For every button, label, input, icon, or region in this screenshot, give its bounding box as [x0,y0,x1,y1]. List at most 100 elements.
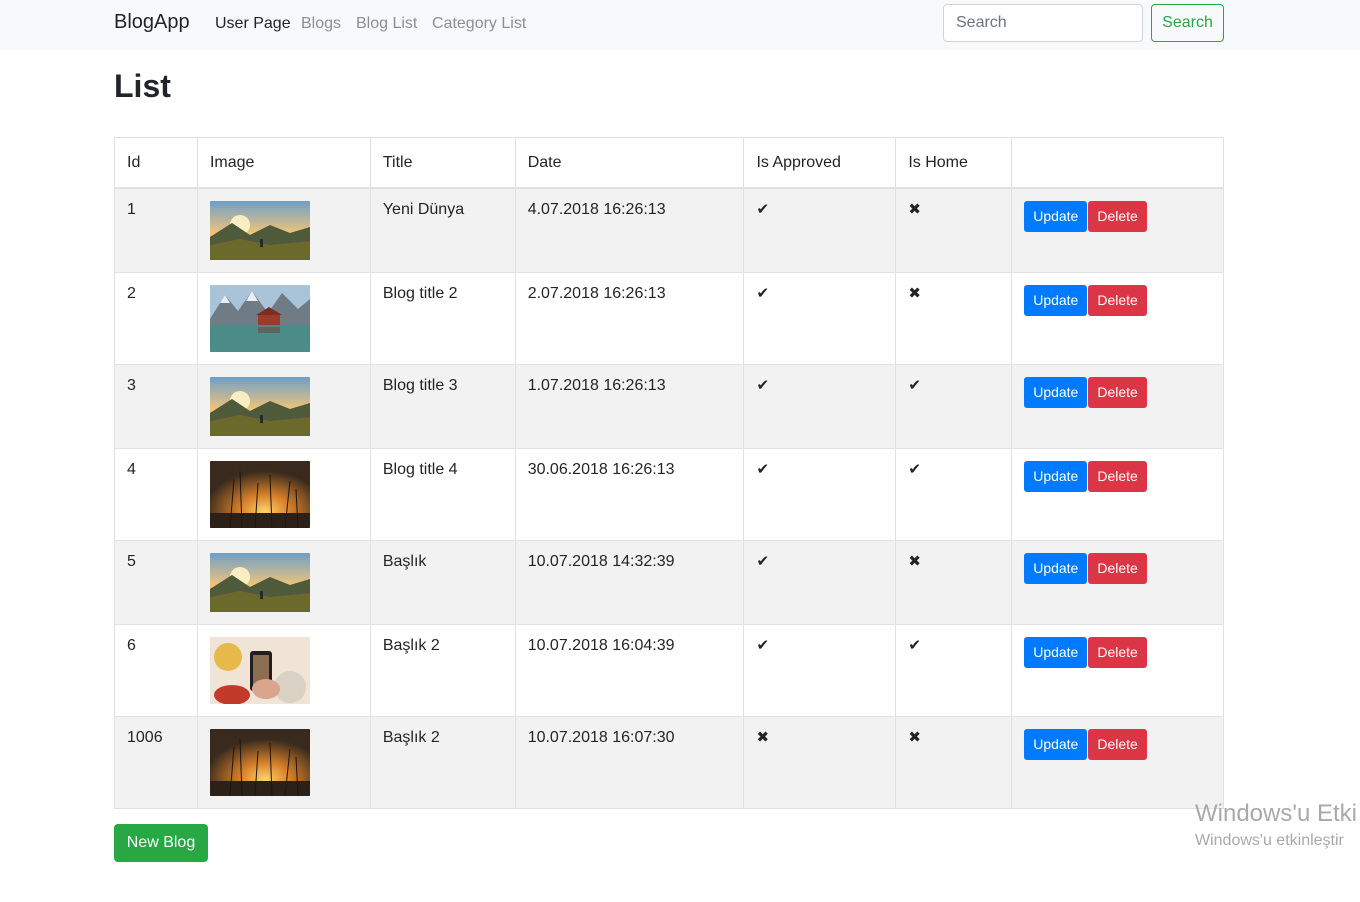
update-button[interactable]: Update [1024,728,1088,760]
cell-title: Başlık 2 [369,623,516,717]
home-cross-icon: ✖ [908,728,921,746]
delete-button[interactable]: Delete [1088,460,1147,492]
delete-button[interactable]: Delete [1088,728,1147,760]
delete-button[interactable]: Delete [1088,376,1147,408]
approved-check-icon: ✔ [756,376,770,394]
cell-title: Blog title 2 [369,271,516,365]
approved-check-icon: ✔ [756,552,770,570]
table-row: 4 Blog title 4 30.06.2018 16:26:13 ✔ ✔ U… [114,447,1224,541]
cell-actions: Update Delete [1011,539,1224,625]
cell-approved: ✔ [743,447,897,541]
blog-thumbnail-lake-boathouse [209,284,310,352]
cell-id: 3 [114,363,198,449]
cell-home: ✔ [895,363,1013,449]
search-button[interactable]: Search [1151,4,1224,42]
cell-date: 30.06.2018 16:26:13 [514,447,745,541]
cell-date: 1.07.2018 16:26:13 [514,363,745,449]
home-check-icon: ✔ [908,636,921,654]
cell-id: 2 [114,271,198,365]
home-cross-icon: ✖ [908,200,921,218]
home-cross-icon: ✖ [908,552,921,570]
cell-approved: ✖ [743,715,897,809]
home-check-icon: ✔ [908,460,921,478]
update-button[interactable]: Update [1024,552,1088,584]
table-header-row: Id Image Title Date Is Approved Is Home [114,137,1224,189]
cell-image [196,363,371,449]
new-blog-button[interactable]: New Blog [114,824,208,862]
table-row: 3 Blog title 3 1.07.2018 16:26:13 ✔ ✔ Up… [114,363,1224,449]
nav-blog-list[interactable]: Blog List [356,15,417,33]
approved-check-icon: ✔ [756,284,770,302]
blog-thumbnail-mountain-sunset [209,376,310,436]
cell-date: 2.07.2018 16:26:13 [514,271,745,365]
approved-check-icon: ✔ [756,200,770,218]
watermark-title: Windows'u Etki [1195,800,1357,827]
table-row: 1 Yeni Dünya 4.07.2018 16:26:13 ✔ ✖ Upda… [114,187,1224,273]
delete-button[interactable]: Delete [1088,636,1147,668]
windows-activation-watermark: Windows'u Etki Windows'u etkinleştir [1195,800,1357,850]
header-image: Image [196,137,371,189]
cell-image [196,539,371,625]
update-button[interactable]: Update [1024,200,1088,232]
blog-thumbnail-field-sunset [209,728,310,796]
cell-id: 1 [114,187,198,273]
cell-id: 4 [114,447,198,541]
cell-image [196,187,371,273]
cell-id: 5 [114,539,198,625]
cell-approved: ✔ [743,539,897,625]
cell-approved: ✔ [743,187,897,273]
cell-title: Başlık [369,539,516,625]
approved-check-icon: ✔ [756,460,770,478]
blog-thumbnail-mountain-sunset [209,200,310,260]
header-id: Id [114,137,198,189]
update-button[interactable]: Update [1024,460,1088,492]
cell-title: Blog title 3 [369,363,516,449]
update-button[interactable]: Update [1024,636,1088,668]
header-is-approved: Is Approved [743,137,897,189]
nav-blogs[interactable]: Blogs [301,15,341,33]
cell-title: Blog title 4 [369,447,516,541]
approved-check-icon: ✔ [756,636,770,654]
page-title: List [114,68,171,104]
home-cross-icon: ✖ [908,284,921,302]
cell-date: 10.07.2018 16:04:39 [514,623,745,717]
update-button[interactable]: Update [1024,284,1088,316]
cell-home: ✔ [895,447,1013,541]
header-date: Date [514,137,745,189]
cell-approved: ✔ [743,623,897,717]
table-row: 5 Başlık 10.07.2018 14:32:39 ✔ ✖ Update D… [114,539,1224,625]
delete-button[interactable]: Delete [1088,200,1147,232]
approved-cross-icon: ✖ [756,728,770,746]
table-row: 1006 Başlık 2 10.07.2018 16:07:30 ✖ ✖ Up… [114,715,1224,809]
cell-actions: Update Delete [1011,715,1224,809]
cell-id: 6 [114,623,198,717]
cell-actions: Update Delete [1011,271,1224,365]
table-row: 6 Başlık 2 10.07.2018 16:04:39 ✔ ✔ Updat… [114,623,1224,717]
delete-button[interactable]: Delete [1088,552,1147,584]
blog-thumbnail-field-sunset [209,460,310,528]
blog-thumbnail-phone-photo [209,636,310,704]
nav-category-list[interactable]: Category List [432,15,526,33]
blog-table: Id Image Title Date Is Approved Is Home … [114,137,1224,809]
cell-image [196,447,371,541]
cell-home: ✔ [895,623,1013,717]
nav-user-page[interactable]: User Page [215,15,291,33]
header-is-home: Is Home [895,137,1013,189]
cell-home: ✖ [895,715,1013,809]
cell-image [196,715,371,809]
cell-actions: Update Delete [1011,447,1224,541]
cell-home: ✖ [895,187,1013,273]
table-row: 2 Blog title 2 2.07.2018 16:26:13 ✔ ✖ Up… [114,271,1224,365]
delete-button[interactable]: Delete [1088,284,1147,316]
cell-title: Başlık 2 [369,715,516,809]
cell-date: 10.07.2018 14:32:39 [514,539,745,625]
header-title: Title [369,137,516,189]
brand-link[interactable]: BlogApp [114,11,190,34]
blog-thumbnail-mountain-sunset [209,552,310,612]
cell-title: Yeni Dünya [369,187,516,273]
cell-approved: ✔ [743,271,897,365]
update-button[interactable]: Update [1024,376,1088,408]
cell-actions: Update Delete [1011,363,1224,449]
search-input[interactable] [943,4,1143,42]
cell-approved: ✔ [743,363,897,449]
